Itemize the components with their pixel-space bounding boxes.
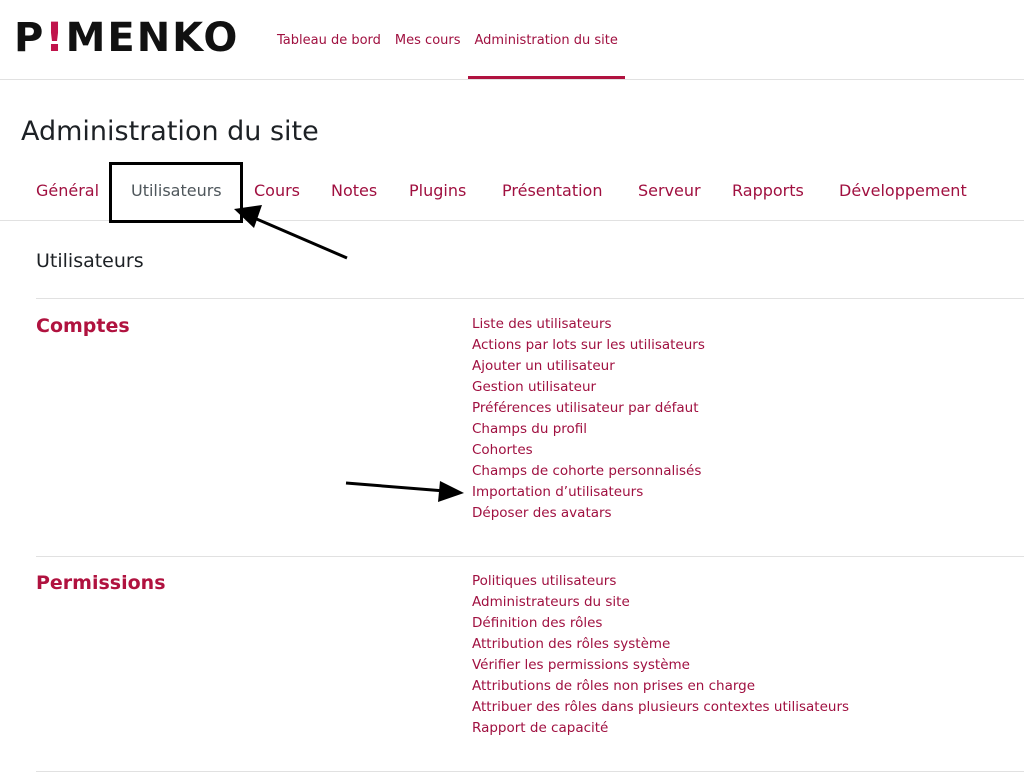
category-title-permissions[interactable]: Permissions [36,572,166,594]
section-heading: Utilisateurs [36,250,144,272]
page-title: Administration du site [21,116,319,147]
link-upload-pictures[interactable]: Déposer des avatars [472,503,705,524]
divider [36,771,1024,772]
tab-plugins[interactable]: Plugins [409,168,466,212]
link-unsupported-role-assignments[interactable]: Attributions de rôles non prises en char… [472,676,849,697]
link-upload-users[interactable]: Importation d’utilisateurs [472,482,705,503]
link-site-administrators[interactable]: Administrateurs du site [472,592,849,613]
link-user-policies[interactable]: Politiques utilisateurs [472,571,849,592]
top-navbar: P! MENKO Tableau de bord Mes cours Admini… [0,0,1024,80]
link-cohort-custom-fields[interactable]: Champs de cohorte personnalisés [472,461,705,482]
tab-general[interactable]: Général [36,168,99,212]
tab-appearance[interactable]: Présentation [502,168,602,212]
logo-exclamation-mark: ! [45,15,66,61]
link-assign-system-roles[interactable]: Attribution des rôles système [472,634,849,655]
link-assign-user-roles[interactable]: Attribuer des rôles dans plusieurs conte… [472,697,849,718]
link-user-management[interactable]: Gestion utilisateur [472,377,705,398]
logo-text-prefix: P [14,15,46,61]
accounts-links: Liste des utilisateurs Actions par lots … [472,314,705,524]
tab-courses[interactable]: Cours [254,168,300,212]
permissions-links: Politiques utilisateurs Administrateurs … [472,571,849,739]
link-add-user[interactable]: Ajouter un utilisateur [472,356,705,377]
nav-my-courses[interactable]: Mes cours [388,0,468,80]
arrow-to-upload-users-icon [345,481,464,502]
link-user-default-preferences[interactable]: Préférences utilisateur par défaut [472,398,705,419]
active-tab-highlight-box [109,162,243,223]
divider [36,298,1024,299]
tab-reports[interactable]: Rapports [732,168,804,212]
link-profile-fields[interactable]: Champs du profil [472,419,705,440]
site-logo[interactable]: P! MENKO [14,15,240,61]
nav-dashboard[interactable]: Tableau de bord [270,0,388,80]
link-capability-overview[interactable]: Rapport de capacité [472,718,849,739]
link-bulk-user-actions[interactable]: Actions par lots sur les utilisateurs [472,335,705,356]
category-title-accounts[interactable]: Comptes [36,315,130,337]
link-cohorts[interactable]: Cohortes [472,440,705,461]
nav-site-administration[interactable]: Administration du site [467,0,626,80]
tab-grades[interactable]: Notes [331,168,377,212]
tab-server[interactable]: Serveur [638,168,701,212]
primary-navigation: Tableau de bord Mes cours Administration… [270,0,626,80]
divider [36,556,1024,557]
tab-development[interactable]: Développement [839,168,967,212]
logo-text-suffix: MENKO [65,15,240,61]
link-define-roles[interactable]: Définition des rôles [472,613,849,634]
link-check-system-permissions[interactable]: Vérifier les permissions système [472,655,849,676]
link-user-list[interactable]: Liste des utilisateurs [472,314,705,335]
